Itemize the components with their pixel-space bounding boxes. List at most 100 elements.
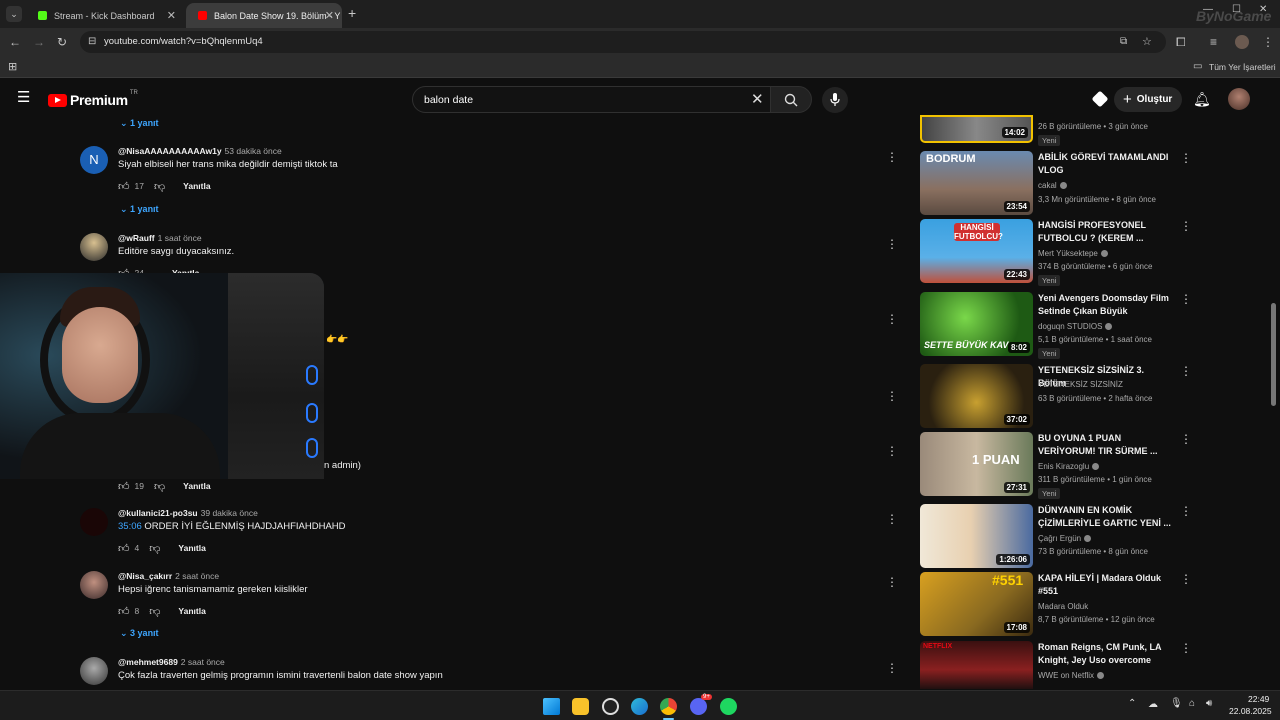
close-window-icon[interactable]: ✕ — [1259, 4, 1267, 16]
channel-name[interactable]: YETENEKSİZ SİZSİNİZ — [1038, 380, 1123, 389]
dislike-icon[interactable]: 👎︎ — [149, 605, 160, 618]
recommended-video[interactable]: #551 17:08 KAPA HİLEYİ | Madara Olduk #5… — [920, 572, 1200, 636]
microphone-tray-icon[interactable]: 🎙︎ — [1170, 698, 1183, 709]
comment-time[interactable]: 2 saat önce — [175, 571, 219, 581]
dislike-icon[interactable]: 👎︎ — [154, 480, 165, 493]
video-menu-icon[interactable]: ⋮ — [1180, 364, 1192, 378]
channel-name[interactable]: doguqn STUDIOS — [1038, 322, 1113, 331]
comment-time[interactable]: 53 dakika önce — [225, 146, 282, 156]
comment-author[interactable]: @kullanici21-po3su 39 dakika önce — [118, 508, 258, 518]
video-menu-icon[interactable]: ⋮ — [1180, 292, 1192, 306]
obs-icon[interactable] — [602, 698, 619, 715]
video-thumbnail[interactable]: HANGİSİ FUTBOLCU? 22:43 — [920, 219, 1033, 283]
video-menu-icon[interactable]: ⋮ — [1180, 432, 1192, 446]
like-icon[interactable]: 👍︎ — [118, 480, 130, 493]
network-icon[interactable]: ⌂ — [1189, 698, 1195, 709]
video-thumbnail[interactable]: 1:26:06 — [920, 504, 1033, 568]
channel-name[interactable]: Mert Yüksektepe — [1038, 249, 1108, 258]
windows-start-icon[interactable] — [543, 698, 560, 715]
edge-icon[interactable] — [631, 698, 648, 715]
comment-author[interactable]: @NisaAAAAAAAAAAw1y 53 dakika önce — [118, 146, 282, 156]
new-tab-button[interactable]: + — [348, 6, 356, 20]
like-icon[interactable]: 👍︎ — [118, 180, 130, 193]
recommended-video[interactable]: NETFLIX Roman Reigns, CM Punk, LA Knight… — [920, 641, 1200, 689]
site-info-icon[interactable]: ⊟ — [88, 36, 96, 48]
channel-name[interactable]: WWE on Netflix — [1038, 671, 1105, 680]
replies-toggle[interactable]: ⌄ 1 yanıt — [120, 118, 159, 129]
replies-toggle[interactable]: ⌄ 1 yanıt — [120, 204, 159, 215]
comment-menu-icon[interactable]: ⋮ — [886, 575, 898, 589]
notifications-bell-icon[interactable]: 🔔︎ — [1193, 91, 1211, 108]
onedrive-icon[interactable]: ☁ — [1148, 699, 1158, 710]
search-input[interactable]: balon date ✕ — [412, 86, 772, 113]
clock-date[interactable]: 22.08.2025 — [1229, 706, 1272, 716]
reply-button[interactable]: Yanıtla — [178, 606, 205, 616]
page-scrollbar[interactable] — [1271, 303, 1276, 406]
volume-icon[interactable]: 🔊︎ — [1206, 698, 1212, 709]
close-tab-icon[interactable]: ✕ — [167, 9, 176, 22]
comment-time[interactable]: 2 saat önce — [181, 657, 225, 667]
channel-name[interactable]: Çağrı Ergün — [1038, 534, 1092, 543]
forward-icon[interactable]: → — [33, 36, 45, 48]
comment-time[interactable]: 1 saat önce — [158, 233, 202, 243]
video-menu-icon[interactable]: ⋮ — [1180, 504, 1192, 518]
recommended-video[interactable]: 1 PUAN 27:31 BU OYUNA 1 PUAN VERİYORUM! … — [920, 432, 1200, 499]
comment-menu-icon[interactable]: ⋮ — [886, 444, 898, 458]
channel-name[interactable]: cakal — [1038, 181, 1067, 190]
video-thumbnail[interactable]: 37:02 — [920, 364, 1033, 428]
video-menu-icon[interactable]: ⋮ — [1180, 641, 1192, 655]
reply-button[interactable]: Yanıtla — [183, 181, 210, 191]
file-explorer-icon[interactable] — [572, 698, 589, 715]
close-tab-icon[interactable]: ✕ — [325, 9, 334, 22]
url-field[interactable]: ⊟ youtube.com/watch?v=bQhqlenmUq4 ⧉ ☆ — [80, 31, 1166, 53]
comment-menu-icon[interactable]: ⋮ — [886, 389, 898, 403]
maximize-icon[interactable]: ☐ — [1232, 4, 1241, 16]
comment-time[interactable]: 39 dakika önce — [201, 508, 258, 518]
recommended-video[interactable]: 1:26:06 DÜNYANIN EN KOMİK ÇİZİMLERİYLE G… — [920, 504, 1200, 568]
comment-menu-icon[interactable]: ⋮ — [886, 512, 898, 526]
comment-menu-icon[interactable]: ⋮ — [886, 312, 898, 326]
chrome-icon[interactable] — [660, 698, 677, 715]
voice-search-button[interactable] — [822, 87, 848, 113]
recommended-video[interactable]: BODRUM 23:54 ABİLİK GÖREVİ TAMAMLANDI VL… — [920, 151, 1200, 215]
video-thumbnail[interactable]: 14:02 — [920, 115, 1033, 143]
apps-grid-icon[interactable]: ⊞ — [8, 61, 17, 73]
video-thumbnail[interactable]: NETFLIX — [920, 641, 1033, 689]
discord-icon[interactable] — [690, 698, 707, 715]
video-thumbnail[interactable]: 1 PUAN 27:31 — [920, 432, 1033, 496]
account-avatar[interactable] — [1228, 88, 1250, 110]
video-menu-icon[interactable]: ⋮ — [1180, 219, 1192, 233]
reading-list-icon[interactable]: ≡ — [1210, 36, 1217, 48]
recommended-video[interactable]: 14:02 26 B görüntüleme • 3 gün önce Yeni — [920, 115, 1200, 147]
comment-menu-icon[interactable]: ⋮ — [886, 150, 898, 164]
reload-icon[interactable]: ↻ — [57, 36, 67, 48]
timestamp-link[interactable]: 35:06 — [118, 521, 142, 532]
tray-chevron-icon[interactable]: ⌃ — [1128, 698, 1136, 709]
search-button[interactable] — [770, 86, 812, 113]
channel-name[interactable]: Madara Olduk — [1038, 602, 1088, 611]
youtube-logo[interactable]: Premium TR — [48, 90, 138, 108]
all-bookmarks-link[interactable]: Tüm Yer İşaretleri — [1209, 62, 1276, 72]
tab-balon-date-show[interactable]: Balon Date Show 19. Bölüm - Y ✕ — [186, 3, 342, 28]
back-icon[interactable]: ← — [9, 36, 21, 48]
comment-menu-icon[interactable]: ⋮ — [886, 661, 898, 675]
dislike-icon[interactable]: 👎︎ — [154, 180, 165, 193]
minimize-icon[interactable]: — — [1203, 4, 1213, 16]
tab-kick-dashboard[interactable]: Stream - Kick Dashboard ✕ — [26, 3, 184, 28]
avatar[interactable] — [80, 571, 108, 599]
cast-icon[interactable]: ⧉ — [1120, 36, 1127, 48]
video-thumbnail[interactable]: BODRUM 23:54 — [920, 151, 1033, 215]
profile-avatar[interactable] — [1235, 35, 1249, 49]
dislike-icon[interactable]: 👎︎ — [149, 542, 160, 555]
like-icon[interactable]: 👍︎ — [118, 605, 130, 618]
video-menu-icon[interactable]: ⋮ — [1180, 572, 1192, 586]
comment-author[interactable]: @mehmet9689 2 saat önce — [118, 657, 225, 667]
avatar[interactable] — [80, 233, 108, 261]
spotify-icon[interactable] — [720, 698, 737, 715]
comment-menu-icon[interactable]: ⋮ — [886, 237, 898, 251]
video-thumbnail[interactable]: SETTE BÜYÜK KAV 8:02 — [920, 292, 1033, 356]
hamburger-menu-icon[interactable]: ☰ — [17, 90, 30, 105]
recommended-video[interactable]: 37:02 YETENEKSİZ SİZSİNİZ 3. Bölüm YETEN… — [920, 364, 1200, 428]
premium-shortcut-icon[interactable] — [1091, 90, 1109, 108]
comment-author[interactable]: @Nisa_çakırr 2 saat önce — [118, 571, 219, 581]
